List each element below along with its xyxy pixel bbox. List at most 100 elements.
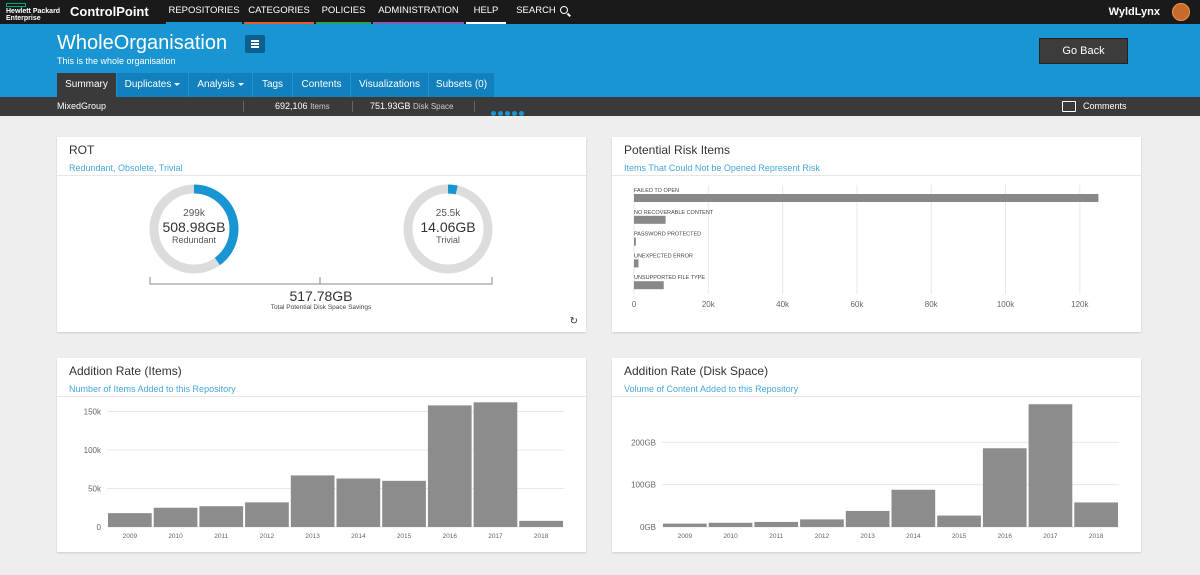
loading-dots <box>491 104 526 123</box>
x-tick-label: 2011 <box>214 533 228 540</box>
bar <box>663 523 707 527</box>
bar <box>336 478 381 527</box>
x-tick-label: 2012 <box>815 533 830 540</box>
redundant-label: Redundant <box>171 235 217 245</box>
bar <box>891 489 936 527</box>
category-label: PASSWORD PROTECTED <box>634 232 701 238</box>
x-tick-label: 2011 <box>769 533 783 540</box>
x-tick-label: 2015 <box>397 533 412 540</box>
bar <box>290 475 335 527</box>
y-tick-label: 100GB <box>631 481 656 490</box>
bar <box>800 519 844 527</box>
redundant-summary: 299k 508.98GB Redundant <box>154 208 234 245</box>
chevron-down-icon <box>174 82 181 86</box>
x-tick-label: 20k <box>702 300 716 309</box>
y-tick-label: 0 <box>97 523 102 532</box>
search-icon <box>559 6 568 14</box>
category-label: NO RECOVERABLE CONTENT <box>634 210 714 216</box>
x-tick-label: 2013 <box>305 533 320 540</box>
comments-link[interactable]: Comments <box>1083 97 1127 116</box>
go-back-button[interactable]: Go Back <box>1039 38 1128 64</box>
nav-repositories[interactable]: REPOSITORIES <box>166 0 242 24</box>
bar <box>1028 404 1073 527</box>
trivial-summary: 25.5k 14.06GB Trivial <box>408 208 488 245</box>
nav-policies[interactable]: POLICIES <box>316 0 371 24</box>
hamburger-icon <box>251 40 259 42</box>
redundant-count: 299k <box>183 208 205 219</box>
logo-line-2: Enterprise <box>6 15 41 22</box>
bar <box>245 502 289 527</box>
bar <box>634 194 1099 202</box>
risk-bar-chart: 0 20k 40k 60k 80k 100k 120k FAILED TO OPEN NO RE… <box>632 185 1099 309</box>
page-title: WholeOrganisation <box>57 32 228 54</box>
comment-icon[interactable] <box>1062 101 1076 112</box>
x-tick-label: 100k <box>997 300 1015 309</box>
info-bar: MixedGroup 692,106 Items 751.93GB Disk S… <box>0 97 1200 116</box>
hpe-logo-icon <box>6 3 26 7</box>
disk-space: 751.93GB Disk Space <box>370 101 454 111</box>
bar <box>427 405 472 527</box>
trivial-size: 14.06GB <box>420 219 476 235</box>
avatar[interactable] <box>1172 3 1190 21</box>
nav-search[interactable]: SEARCH <box>512 0 572 24</box>
tab-duplicates[interactable]: Duplicates <box>117 73 189 97</box>
tab-visualizations[interactable]: Visualizations <box>351 73 429 97</box>
total-savings-value: 517.78GB <box>289 288 353 304</box>
y-tick-label: 150k <box>84 408 102 417</box>
trivial-count: 25.5k <box>435 208 461 219</box>
user-name[interactable]: WyldLynx <box>1109 6 1160 18</box>
tab-summary[interactable]: Summary <box>57 73 117 97</box>
total-savings: 517.78GB Total Potential Disk Space Savi… <box>221 288 421 311</box>
bar <box>634 281 664 290</box>
bar <box>153 507 198 527</box>
category-label: UNSUPPORTED FILE TYPE <box>634 275 705 281</box>
menu-button[interactable] <box>245 35 265 53</box>
bar <box>754 521 799 527</box>
bar <box>519 520 563 527</box>
items-rate-chart: 0 50k 100k 150k 2009 2010 2011 2012 2013 2014 2015… <box>84 402 564 540</box>
bar <box>108 513 152 527</box>
redundant-size: 508.98GB <box>162 219 226 235</box>
risk-card: Potential Risk Items Items That Could No… <box>612 137 1141 332</box>
category-label: UNEXPECTED ERROR <box>634 253 693 259</box>
tab-subsets[interactable]: Subsets (0) <box>429 73 495 97</box>
x-tick-label: 2018 <box>1089 533 1104 540</box>
x-tick-label: 2017 <box>488 533 503 540</box>
x-tick-label: 80k <box>925 300 939 309</box>
x-tick-label: 2009 <box>678 533 693 540</box>
tab-tags[interactable]: Tags <box>253 73 293 97</box>
y-tick-label: 50k <box>88 485 102 494</box>
bar <box>937 515 981 527</box>
x-tick-label: 0 <box>632 300 637 309</box>
bar <box>1074 502 1118 527</box>
x-tick-label: 2016 <box>443 533 458 540</box>
x-tick-label: 2018 <box>534 533 549 540</box>
tab-analysis[interactable]: Analysis <box>189 73 253 97</box>
x-tick-label: 2012 <box>260 533 275 540</box>
nav-categories[interactable]: CATEGORIES <box>244 0 314 24</box>
refresh-icon[interactable]: ↻ <box>570 316 578 327</box>
x-tick-label: 2010 <box>723 533 738 540</box>
nav-help[interactable]: HELP <box>466 0 506 24</box>
trivial-label: Trivial <box>436 235 460 245</box>
group-name: MixedGroup <box>57 101 107 111</box>
y-tick-label: 100k <box>84 446 102 455</box>
total-bracket <box>149 277 493 285</box>
items-count: 692,106 Items <box>275 101 330 111</box>
x-tick-label: 2015 <box>952 533 967 540</box>
tab-contents[interactable]: Contents <box>293 73 351 97</box>
x-tick-label: 2010 <box>168 533 183 540</box>
items-rate-card: Addition Rate (Items) Number of Items Ad… <box>57 358 586 552</box>
x-tick-label: 40k <box>776 300 790 309</box>
x-tick-label: 2014 <box>351 533 366 540</box>
bar <box>845 510 890 527</box>
bar <box>634 215 666 224</box>
bar <box>473 402 518 527</box>
product-name: ControlPoint <box>70 4 149 19</box>
top-nav-bar: Hewlett Packard Enterprise ControlPoint … <box>0 0 1200 24</box>
disk-rate-card: Addition Rate (Disk Space) Volume of Con… <box>612 358 1141 552</box>
x-tick-label: 60k <box>850 300 864 309</box>
nav-administration[interactable]: ADMINISTRATION <box>373 0 464 24</box>
bar <box>982 448 1027 527</box>
bar <box>634 259 639 268</box>
